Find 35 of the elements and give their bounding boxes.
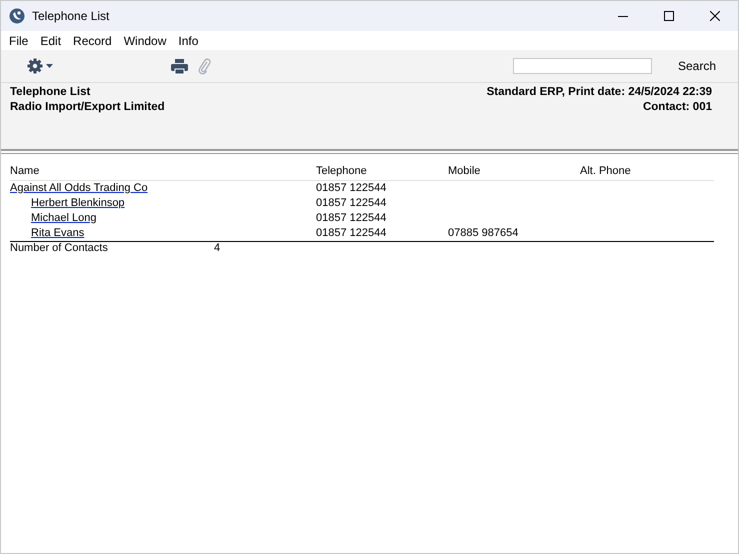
contacts-count: 4 (214, 242, 220, 254)
report-title: Telephone List (10, 85, 92, 100)
window-title: Telephone List (32, 9, 110, 23)
contact-link[interactable]: Against All Odds Trading Co (10, 181, 148, 196)
paperclip-icon[interactable] (198, 58, 211, 74)
settings-button[interactable] (27, 58, 53, 74)
print-icon[interactable] (171, 58, 188, 74)
print-info: Standard ERP, Print date: 24/5/2024 22:39 (486, 85, 712, 100)
menu-item[interactable]: File (3, 34, 34, 48)
column-header: Telephone (316, 164, 448, 181)
column-header: Alt. Phone (580, 164, 714, 181)
menu-item[interactable]: Edit (34, 34, 68, 48)
gear-icon (27, 58, 43, 74)
menu-item[interactable]: Window (118, 34, 172, 48)
menu-item[interactable]: Record (67, 34, 118, 48)
caret-icon (46, 64, 53, 68)
contact-link[interactable]: Rita Evans (31, 226, 84, 241)
contact-link[interactable]: Herbert Blenkinsop (31, 196, 125, 211)
column-header: Mobile (448, 164, 580, 181)
contact-link[interactable]: Michael Long (31, 211, 96, 226)
table-cell-text: 01857 122544 (316, 196, 388, 211)
search-button[interactable]: Search (678, 59, 716, 73)
maximize-icon (664, 11, 674, 21)
contacts-count-label: Number of Contacts (10, 242, 109, 254)
company-name: Radio Import/Export Limited (10, 100, 165, 115)
table-cell-text: 01857 122544 (316, 181, 388, 196)
menu-item[interactable]: Info (172, 34, 204, 48)
app-logo-icon (9, 8, 25, 24)
search-field[interactable] (512, 58, 652, 74)
column-header: Name (10, 164, 316, 181)
table-cell-text: 01857 122544 (316, 211, 388, 226)
table-cell-text: 07885 987654 (448, 226, 520, 241)
contact-number: Contact: 001 (642, 100, 712, 115)
close-icon (710, 11, 720, 21)
table-cell-text: 01857 122544 (316, 226, 388, 241)
